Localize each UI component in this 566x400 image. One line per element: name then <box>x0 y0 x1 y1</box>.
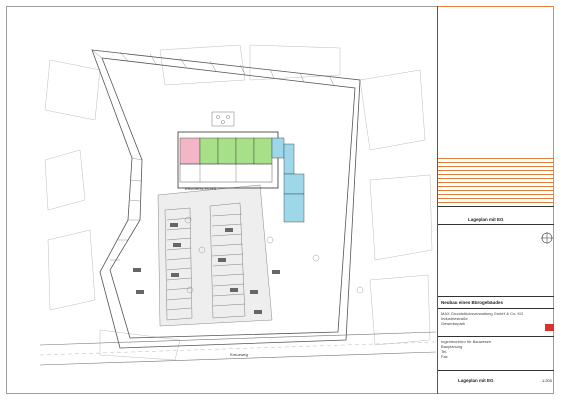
scale-label: 1:200 <box>542 378 553 383</box>
project-title: Neubau eines Bürogebäudes <box>441 300 504 305</box>
floor-label: ERDGESCHOSS <box>185 186 216 191</box>
room-blue <box>283 193 305 223</box>
site-plan-drawing: ERDGESCHOSS Kreuzweg <box>40 44 436 366</box>
parking-area <box>157 184 273 327</box>
room-green <box>217 137 237 165</box>
north-arrow-icon <box>541 232 553 244</box>
architect-line-4: Fax <box>441 354 448 359</box>
room-green <box>253 137 273 165</box>
site-plan-sheet: ERDGESCHOSS Kreuzweg Lageplan mit EG Neu… <box>0 0 566 400</box>
room-pink <box>179 137 201 165</box>
room-blue <box>283 173 305 195</box>
street-label: Kreuzweg <box>230 352 248 357</box>
title-block: Lageplan mit EG Neubau eines Bürogebäude… <box>437 6 554 394</box>
room-blue <box>283 143 295 175</box>
header-title: Lageplan mit EG <box>468 217 504 222</box>
street <box>40 331 436 366</box>
room-green <box>235 137 255 165</box>
room-green <box>199 137 219 165</box>
footer-title: Lageplan mit EG <box>458 378 494 383</box>
company-logo <box>545 324 554 331</box>
room-blue <box>271 137 285 159</box>
client-line-3: Gewerbepark <box>441 321 466 326</box>
terrace-furniture <box>211 111 235 127</box>
